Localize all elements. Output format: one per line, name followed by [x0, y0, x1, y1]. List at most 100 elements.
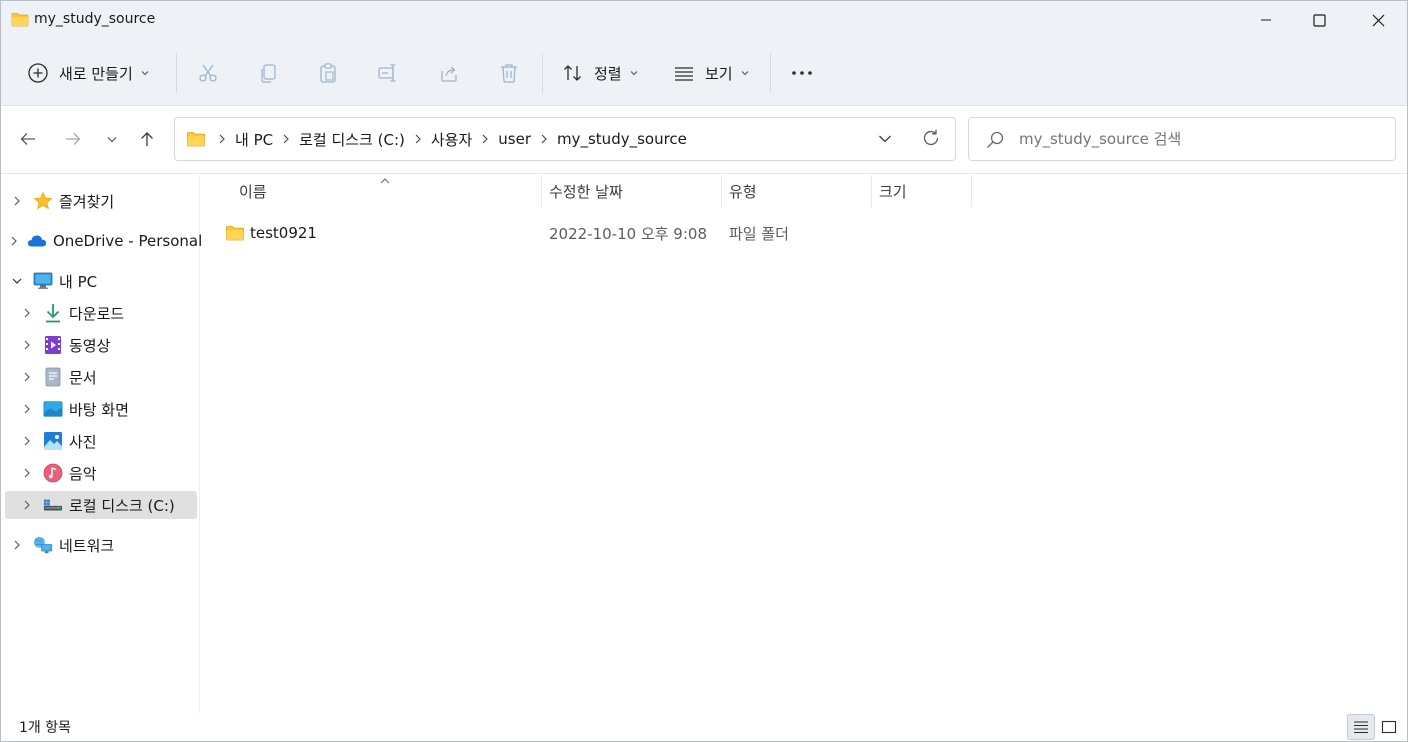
cloud-icon [27, 231, 47, 251]
refresh-button[interactable] [921, 128, 941, 152]
column-divider[interactable] [721, 175, 722, 207]
chevron-right-icon[interactable] [21, 372, 33, 382]
sidebar-item-label: 다운로드 [69, 304, 125, 323]
video-icon [43, 335, 63, 355]
sidebar-item-label: 로컬 디스크 (C:) [69, 496, 175, 515]
chevron-right-icon[interactable] [21, 308, 33, 318]
column-divider[interactable] [971, 175, 972, 207]
more-icon [792, 71, 812, 75]
list-view-icon [675, 67, 693, 81]
address-bar[interactable]: 내 PC 로컬 디스크 (C:) 사용자 user my_study_sourc… [174, 117, 956, 161]
delete-button[interactable] [498, 53, 520, 93]
forward-button[interactable] [58, 124, 88, 154]
column-header-type[interactable]: 유형 [729, 175, 757, 207]
breadcrumb-users[interactable]: 사용자 [427, 129, 476, 150]
folder-icon [225, 219, 245, 247]
more-options-button[interactable] [791, 53, 813, 93]
chevron-right-icon[interactable] [11, 236, 17, 246]
sidebar-item-onedrive[interactable]: OneDrive - Personal [5, 227, 202, 255]
sidebar-item-label: 바탕 화면 [69, 400, 129, 419]
column-header-modified[interactable]: 수정한 날짜 [549, 175, 623, 207]
sidebar-item-pictures[interactable]: 사진 [5, 427, 197, 455]
table-row[interactable]: test0921 2022-10-10 오후 9:08 파일 폴더 [201, 219, 1407, 247]
rename-button[interactable] [377, 53, 399, 93]
details-view-icon [1354, 721, 1368, 734]
view-button-label: 보기 [705, 64, 733, 83]
copy-button[interactable] [258, 53, 280, 93]
file-modified: 2022-10-10 오후 9:08 [549, 224, 707, 243]
clipboard-icon [320, 63, 336, 83]
explorer-window: my_study_source 새로 만들기 정렬 보기 내 PC 로컬 디스크… [0, 0, 1408, 742]
chevron-right-icon[interactable] [21, 468, 33, 478]
sidebar-item-label: 네트워크 [59, 536, 115, 555]
sidebar-item-network[interactable]: 네트워크 [5, 531, 197, 559]
chevron-right-icon [283, 134, 289, 144]
sort-icon [564, 65, 581, 81]
column-divider[interactable] [871, 175, 872, 207]
chevron-down-icon [141, 71, 149, 76]
tiles-view-button[interactable] [1375, 714, 1403, 740]
chevron-right-icon[interactable] [21, 436, 33, 446]
network-icon [33, 535, 53, 555]
desktop-icon [43, 399, 63, 419]
sidebar-item-label: OneDrive - Personal [53, 232, 203, 250]
address-history-button[interactable] [878, 129, 892, 153]
new-button[interactable]: 새로 만들기 [27, 53, 149, 93]
minimize-icon [1261, 19, 1271, 21]
sort-button[interactable]: 정렬 [562, 53, 638, 93]
column-header-name[interactable]: 이름 [239, 175, 267, 207]
view-button[interactable]: 보기 [673, 53, 749, 93]
close-button[interactable] [1350, 1, 1406, 39]
file-list: 이름 수정한 날짜 유형 크기 test0921 2022-10-10 오후 9… [201, 175, 1407, 713]
chevron-right-icon[interactable] [21, 340, 33, 350]
chevron-right-icon[interactable] [21, 404, 33, 414]
sidebar-item-documents[interactable]: 문서 [5, 363, 197, 391]
sidebar-item-videos[interactable]: 동영상 [5, 331, 197, 359]
sidebar-item-desktop[interactable]: 바탕 화면 [5, 395, 197, 423]
sidebar-item-label: 즐겨찾기 [59, 192, 115, 211]
arrow-up-icon [141, 132, 153, 146]
drive-icon [43, 495, 63, 515]
chevron-right-icon[interactable] [21, 500, 33, 510]
chevron-right-icon[interactable] [11, 196, 23, 206]
column-divider[interactable] [541, 175, 542, 207]
chevron-down-icon [107, 136, 117, 142]
status-bar: 1개 항목 [1, 713, 1407, 741]
close-icon [1372, 14, 1384, 26]
search-input[interactable] [1019, 130, 1379, 148]
search-box[interactable] [968, 117, 1396, 161]
sidebar-item-this-pc[interactable]: 내 PC [5, 267, 197, 295]
breadcrumb-current-folder[interactable]: my_study_source [553, 130, 691, 148]
details-view-button[interactable] [1347, 714, 1375, 740]
column-header-size[interactable]: 크기 [879, 175, 907, 207]
sidebar-item-music[interactable]: 음악 [5, 459, 197, 487]
paste-button[interactable] [317, 53, 339, 93]
maximize-button[interactable] [1291, 1, 1347, 39]
back-button[interactable] [13, 124, 43, 154]
pictures-icon [43, 431, 63, 451]
chevron-down-icon[interactable] [11, 278, 23, 284]
sidebar-item-label: 음악 [69, 464, 97, 483]
monitor-icon [33, 271, 53, 291]
cut-button[interactable] [197, 53, 219, 93]
sidebar-item-local-disk[interactable]: 로컬 디스크 (C:) [5, 491, 197, 519]
chevron-right-icon [415, 134, 421, 144]
title-bar[interactable]: my_study_source [1, 1, 1407, 39]
sidebar-item-label: 사진 [69, 432, 97, 451]
up-button[interactable] [132, 124, 162, 154]
breadcrumb-this-pc[interactable]: 내 PC [231, 129, 277, 150]
recent-locations-button[interactable] [97, 124, 127, 154]
chevron-right-icon[interactable] [11, 540, 23, 550]
minimize-button[interactable] [1238, 1, 1294, 39]
sidebar-item-favorites[interactable]: 즐겨찾기 [5, 187, 197, 215]
new-button-label: 새로 만들기 [59, 64, 133, 83]
sidebar-item-downloads[interactable]: 다운로드 [5, 299, 197, 327]
breadcrumb-local-disk[interactable]: 로컬 디스크 (C:) [295, 129, 409, 150]
navigation-pane: 즐겨찾기 OneDrive - Personal 내 PC 다운로드 동영상 문… [1, 175, 202, 713]
sort-button-label: 정렬 [594, 64, 622, 83]
refresh-icon [923, 129, 939, 146]
share-button[interactable] [438, 53, 460, 93]
document-icon [43, 367, 63, 387]
command-bar: 새로 만들기 정렬 보기 [1, 39, 1407, 106]
breadcrumb-user[interactable]: user [494, 130, 535, 148]
